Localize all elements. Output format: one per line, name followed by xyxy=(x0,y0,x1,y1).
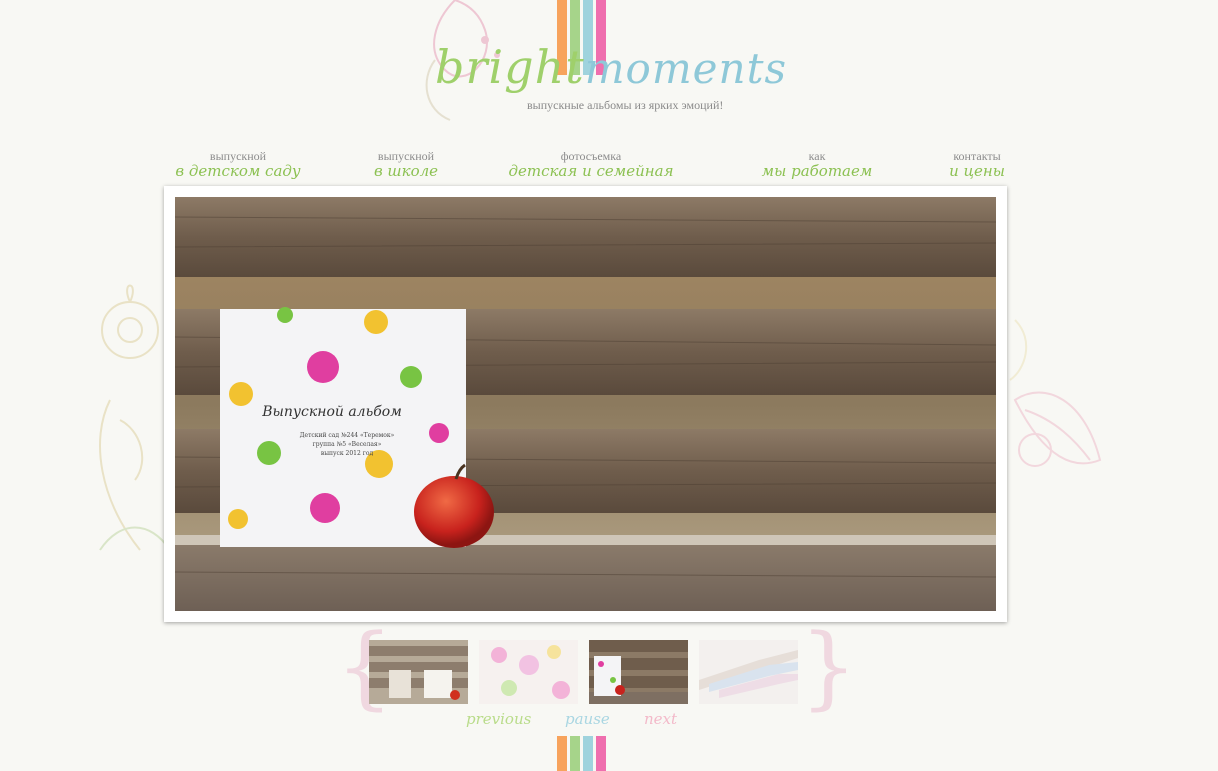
footer-stripes xyxy=(557,736,609,771)
logo-bright: bright xyxy=(435,40,585,94)
stripe xyxy=(583,736,593,771)
nav-label-bottom: в детском саду xyxy=(175,162,301,180)
album-title: Выпускной альбом xyxy=(261,404,402,420)
nav-label-bottom: в школе xyxy=(373,162,439,180)
thumbnail-3[interactable] xyxy=(589,640,688,704)
nav-label-bottom: мы работаем xyxy=(761,162,873,180)
nav-photoshoot[interactable]: фотосъемка детская и семейная xyxy=(496,150,686,180)
logo-moments: moments xyxy=(584,44,787,93)
flower-decoration-left xyxy=(99,284,171,551)
thumbnail-1[interactable] xyxy=(369,640,468,704)
nav-kindergarten[interactable]: выпускной в детском саду xyxy=(168,150,308,180)
previous-button[interactable]: previous xyxy=(466,710,531,728)
nav-contacts[interactable]: контакты и цены xyxy=(942,150,1012,180)
thumb-bracket-right: } xyxy=(800,615,858,720)
thumbnail-4[interactable] xyxy=(699,640,798,704)
thumbnail-2[interactable] xyxy=(479,640,578,704)
apple xyxy=(414,476,494,548)
tagline: выпускные альбомы из ярких эмоций! xyxy=(527,98,724,112)
nav-label-bottom: детская и семейная xyxy=(508,162,674,180)
flower-decoration-right xyxy=(1009,319,1102,467)
slide-photo[interactable]: Выпускной альбом Детский сад №244 «Терем… xyxy=(175,197,996,611)
album-line-3: выпуск 2012 год xyxy=(321,450,374,457)
stripe xyxy=(596,736,606,771)
album-line-1: Детский сад №244 «Теремок» xyxy=(300,432,395,439)
album-line-2: группа №5 «Веселая» xyxy=(313,441,382,448)
slideshow-frame: Выпускной альбом Детский сад №244 «Терем… xyxy=(164,186,1007,622)
pause-button[interactable]: pause xyxy=(565,710,610,728)
stripe xyxy=(570,736,580,771)
slide-image: Выпускной альбом Детский сад №244 «Терем… xyxy=(175,197,996,611)
next-button[interactable]: next xyxy=(644,710,677,728)
stripe xyxy=(557,736,567,771)
nav-label-bottom: и цены xyxy=(949,162,1005,180)
logo[interactable]: brightmoments xyxy=(435,40,787,94)
nav-school[interactable]: выпускной в школе xyxy=(366,150,446,180)
nav-how-we-work[interactable]: как мы работаем xyxy=(747,150,887,180)
